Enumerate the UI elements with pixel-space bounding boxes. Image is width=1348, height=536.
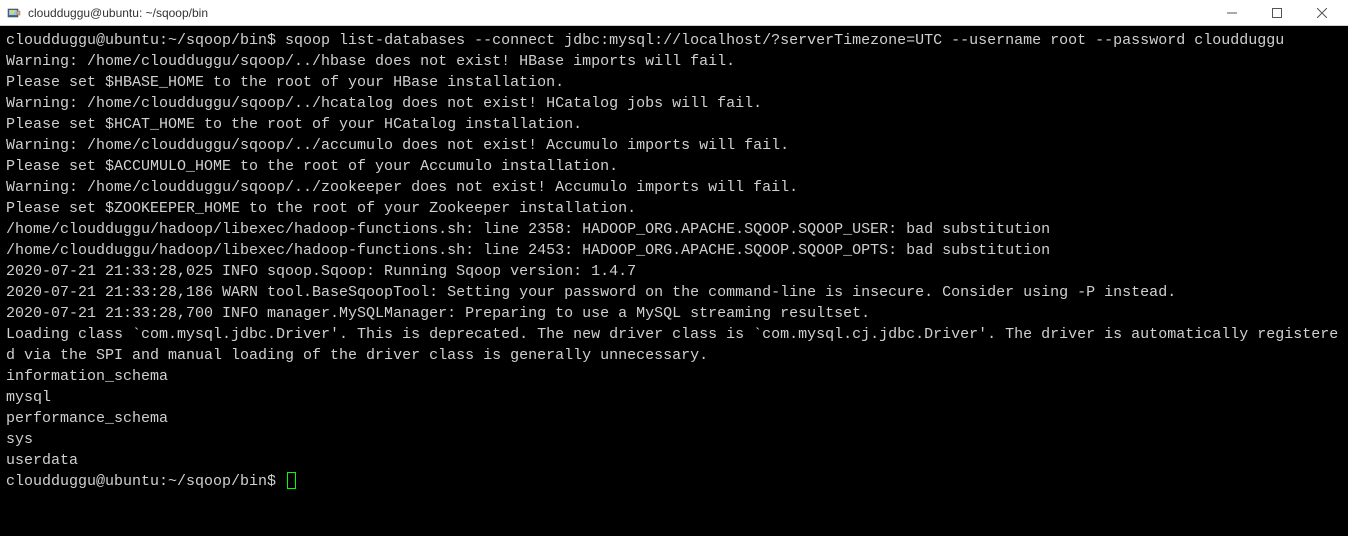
output-line: 2020-07-21 21:33:28,025 INFO sqoop.Sqoop… bbox=[6, 261, 1342, 282]
output-line: Warning: /home/cloudduggu/sqoop/../hcata… bbox=[6, 93, 1342, 114]
shell-prompt: cloudduggu@ubuntu:~/sqoop/bin$ bbox=[6, 32, 285, 49]
title-bar: cloudduggu@ubuntu: ~/sqoop/bin bbox=[0, 0, 1348, 26]
output-line: Please set $ZOOKEEPER_HOME to the root o… bbox=[6, 198, 1342, 219]
output-line: sys bbox=[6, 429, 1342, 450]
maximize-button[interactable] bbox=[1254, 0, 1299, 26]
output-line: /home/cloudduggu/hadoop/libexec/hadoop-f… bbox=[6, 219, 1342, 240]
title-left: cloudduggu@ubuntu: ~/sqoop/bin bbox=[6, 5, 208, 21]
shell-command: sqoop list-databases --connect jdbc:mysq… bbox=[285, 32, 1284, 49]
prompt-line: cloudduggu@ubuntu:~/sqoop/bin$ bbox=[6, 471, 1342, 492]
output-line: performance_schema bbox=[6, 408, 1342, 429]
output-line: Warning: /home/cloudduggu/sqoop/../accum… bbox=[6, 135, 1342, 156]
output-line: mysql bbox=[6, 387, 1342, 408]
window-title: cloudduggu@ubuntu: ~/sqoop/bin bbox=[28, 6, 208, 20]
output-line: Please set $HBASE_HOME to the root of yo… bbox=[6, 72, 1342, 93]
output-line: userdata bbox=[6, 450, 1342, 471]
minimize-button[interactable] bbox=[1209, 0, 1254, 26]
close-button[interactable] bbox=[1299, 0, 1344, 26]
output-line: Warning: /home/cloudduggu/sqoop/../zooke… bbox=[6, 177, 1342, 198]
putty-icon bbox=[6, 5, 22, 21]
output-line: Loading class `com.mysql.jdbc.Driver'. T… bbox=[6, 324, 1342, 366]
prompt-line: cloudduggu@ubuntu:~/sqoop/bin$ sqoop lis… bbox=[6, 30, 1342, 51]
output-line: 2020-07-21 21:33:28,186 WARN tool.BaseSq… bbox=[6, 282, 1342, 303]
terminal[interactable]: cloudduggu@ubuntu:~/sqoop/bin$ sqoop lis… bbox=[0, 26, 1348, 536]
output-line: information_schema bbox=[6, 366, 1342, 387]
output-line: 2020-07-21 21:33:28,700 INFO manager.MyS… bbox=[6, 303, 1342, 324]
window-controls bbox=[1209, 0, 1344, 26]
output-line: Warning: /home/cloudduggu/sqoop/../hbase… bbox=[6, 51, 1342, 72]
shell-prompt: cloudduggu@ubuntu:~/sqoop/bin$ bbox=[6, 473, 285, 490]
output-line: /home/cloudduggu/hadoop/libexec/hadoop-f… bbox=[6, 240, 1342, 261]
cursor-icon bbox=[287, 472, 296, 489]
output-line: Please set $HCAT_HOME to the root of you… bbox=[6, 114, 1342, 135]
output-line: Please set $ACCUMULO_HOME to the root of… bbox=[6, 156, 1342, 177]
